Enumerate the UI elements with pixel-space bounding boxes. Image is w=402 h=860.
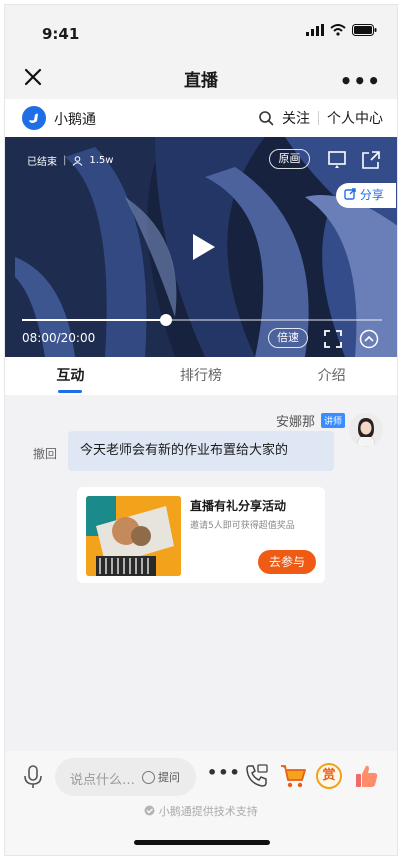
cast-icon[interactable] [327, 150, 347, 170]
chat-input[interactable]: 说点什么… 提问 [55, 758, 196, 796]
bottom-bar: 说点什么… 提问 ••• 赏 小鹅通提供技术支持 [5, 751, 397, 855]
signal-icon [306, 24, 324, 36]
follow-button[interactable]: 关注 [282, 108, 310, 128]
share-button[interactable]: 分享 [336, 183, 396, 208]
progress-bar[interactable] [22, 314, 382, 326]
phone-screen: 9:41 直播 ••• 小鹅通 关注 个人中心 已结束 | 1.5w 原画 分享… [4, 4, 398, 856]
brand-bar: 小鹅通 关注 个人中心 [5, 99, 397, 137]
collapse-icon[interactable] [359, 329, 379, 349]
reward-icon[interactable]: 赏 [316, 763, 342, 789]
video-player[interactable]: 已结束 | 1.5w 原画 分享 08:00/20:00 倍速 [5, 137, 397, 357]
speed-button[interactable]: 倍速 [268, 328, 308, 348]
page-title: 直播 [184, 71, 218, 91]
check-circle-icon [144, 805, 155, 816]
sender-info: 安娜那 讲师 [276, 411, 345, 430]
viewers-icon [72, 155, 83, 166]
home-indicator [134, 840, 270, 845]
pip-icon[interactable] [361, 150, 381, 170]
progress-fill [22, 319, 166, 321]
quality-button[interactable]: 原画 [269, 149, 310, 169]
brand-logo-icon[interactable] [22, 106, 46, 130]
battery-icon [352, 24, 377, 36]
lecturer-badge: 讲师 [320, 413, 345, 428]
share-label: 分享 [359, 188, 384, 202]
progress-handle[interactable] [160, 314, 172, 326]
activity-desc: 邀请5人即可获得超值奖品 [190, 521, 295, 531]
ask-toggle[interactable]: 提问 [142, 769, 180, 785]
status-bar: 9:41 [5, 5, 397, 57]
avatar[interactable] [349, 413, 383, 447]
brand-actions: 关注 个人中心 [258, 108, 383, 128]
more-options-icon[interactable]: ••• [207, 763, 241, 782]
status-time: 9:41 [42, 25, 80, 43]
fullscreen-icon[interactable] [323, 329, 343, 349]
tab-intro[interactable]: 介绍 [266, 357, 397, 395]
nav-bar: 直播 ••• [5, 57, 397, 99]
more-icon[interactable]: ••• [340, 69, 381, 93]
call-icon[interactable] [244, 763, 270, 789]
wifi-icon [330, 24, 346, 36]
tab-ranking[interactable]: 排行榜 [136, 357, 267, 395]
sender-name: 安娜那 [275, 415, 315, 430]
live-status: 已结束 | 1.5w [27, 153, 113, 168]
playback-time: 08:00/20:00 [22, 331, 96, 345]
tech-support-text: 小鹅通提供技术支持 [5, 803, 397, 819]
ask-label: 提问 [158, 771, 180, 784]
microphone-icon[interactable] [23, 765, 43, 789]
support-label: 小鹅通提供技术支持 [158, 805, 258, 818]
divider [318, 111, 319, 125]
activity-image [86, 496, 181, 576]
chat-area[interactable]: 安娜那 讲师 撤回 今天老师会有新的作业布置给大家的 直播有礼分享活动 邀请5人… [5, 395, 397, 751]
brand-name[interactable]: 小鹅通 [54, 109, 96, 129]
like-icon[interactable] [353, 763, 379, 789]
viewer-count: 1.5w [89, 155, 114, 166]
ended-label: 已结束 [27, 157, 57, 168]
input-placeholder: 说点什么… [70, 773, 136, 788]
tab-bar: 互动 排行榜 介绍 [5, 357, 397, 395]
play-icon[interactable] [191, 232, 217, 262]
status-divider: | [63, 155, 67, 166]
cart-icon[interactable] [279, 763, 307, 789]
activity-title: 直播有礼分享活动 [190, 499, 287, 513]
tab-interaction[interactable]: 互动 [5, 357, 136, 395]
share-icon [344, 188, 356, 200]
personal-center-link[interactable]: 个人中心 [327, 108, 383, 128]
join-button[interactable]: 去参与 [258, 550, 316, 574]
search-icon[interactable] [258, 110, 274, 126]
activity-card[interactable]: 直播有礼分享活动 邀请5人即可获得超值奖品 去参与 [77, 487, 325, 583]
status-icons [306, 24, 377, 36]
recall-button[interactable]: 撤回 [33, 445, 57, 462]
ask-checkbox[interactable] [142, 770, 155, 784]
message-bubble[interactable]: 今天老师会有新的作业布置给大家的 [68, 431, 334, 471]
